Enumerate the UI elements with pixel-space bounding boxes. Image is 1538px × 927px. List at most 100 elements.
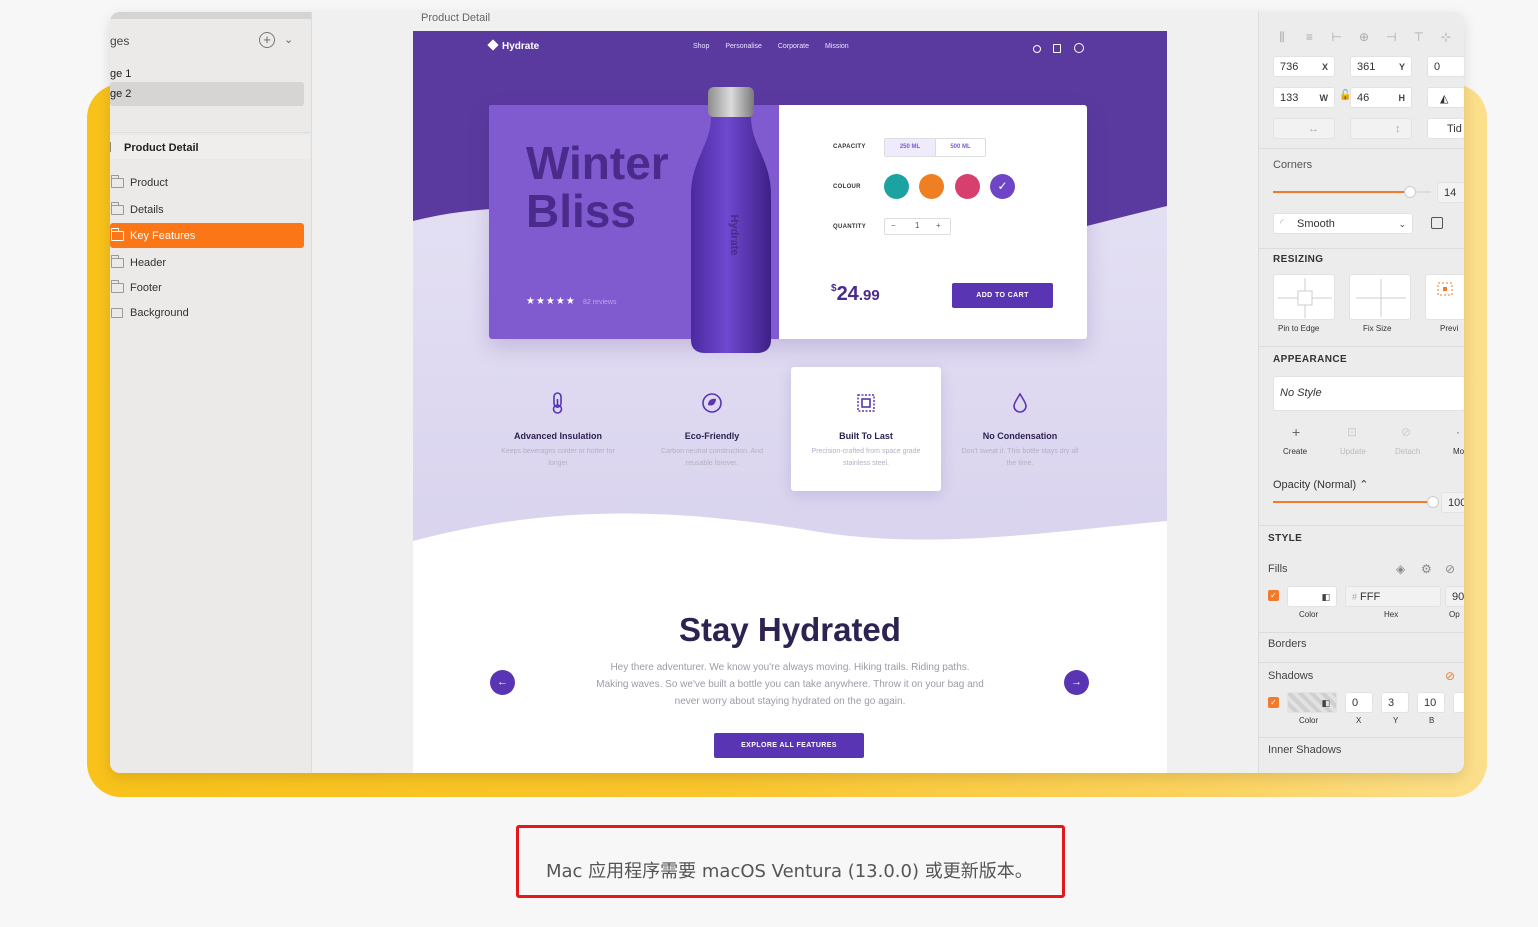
divider — [1259, 737, 1464, 738]
feature-description: Precision-crafted from space grade stain… — [811, 448, 921, 467]
style-select[interactable]: No Style — [1273, 376, 1464, 411]
spacing-v-field[interactable]: ↕ — [1350, 118, 1412, 139]
opacity-slider-knob[interactable] — [1427, 496, 1439, 508]
artboard-product-detail[interactable]: Product Detail — [110, 135, 310, 159]
capacity-option-250[interactable]: 250 ML — [885, 139, 935, 156]
colour-swatch-purple[interactable]: ✓ — [990, 174, 1015, 199]
capacity-option-500[interactable]: 500 ML — [935, 139, 985, 156]
bottle-cap — [708, 87, 754, 117]
colour-swatch-orange[interactable] — [919, 174, 944, 199]
nav-link-personalise[interactable]: Personalise — [725, 43, 762, 50]
align-left-icon[interactable]: ⊢ — [1328, 30, 1346, 44]
nav-link-corporate[interactable]: Corporate — [778, 43, 809, 50]
corner-style-select[interactable]: ◜ Smooth ⌄ — [1273, 213, 1413, 234]
gear-icon[interactable]: ⚙ — [1421, 562, 1432, 576]
fill-enabled-checkbox[interactable]: ✓ — [1268, 590, 1279, 601]
quantity-stepper[interactable]: − 1 + — [884, 218, 951, 235]
opacity-value-field[interactable]: 100 — [1441, 492, 1464, 513]
price-whole: 24 — [836, 283, 859, 305]
search-icon[interactable] — [1033, 45, 1041, 53]
shadow-color-well[interactable]: ◧ — [1287, 692, 1337, 713]
layer-footer[interactable]: Footer — [110, 275, 304, 300]
fill-opacity-field[interactable]: 90 — [1445, 586, 1464, 607]
align-center-icon[interactable]: ⊕ — [1355, 30, 1373, 44]
shadow-x-field[interactable]: 0 — [1345, 692, 1373, 713]
brand-logo[interactable]: Hydrate — [487, 39, 539, 52]
opacity-label[interactable]: Opacity (Normal) ⌃ — [1273, 478, 1368, 491]
add-to-cart-button[interactable]: ADD TO CART — [952, 283, 1053, 308]
prev-arrow-button[interactable]: ← — [490, 670, 515, 695]
more-button[interactable]: Mo — [1453, 447, 1464, 456]
pin-to-edge-tile[interactable] — [1273, 274, 1335, 320]
fill-color-well[interactable]: ◧ — [1287, 586, 1337, 607]
shadow-enabled-checkbox[interactable]: ✓ — [1268, 697, 1279, 708]
layer-background[interactable]: Background — [110, 300, 304, 325]
y-field[interactable]: 361 Y — [1350, 56, 1412, 77]
layers-icon[interactable]: ◈ — [1396, 562, 1405, 576]
spacing-v-icon: ↕ — [1395, 123, 1401, 135]
align-right-icon[interactable]: ⊣ — [1382, 30, 1400, 44]
nav-link-mission[interactable]: Mission — [825, 43, 849, 50]
more-icon[interactable]: · — [1456, 425, 1460, 439]
next-arrow-button[interactable]: → — [1064, 670, 1089, 695]
explore-all-features-button[interactable]: EXPLORE ALL FEATURES — [714, 733, 864, 758]
canvas[interactable]: Product Detail Hydrate Shop Personalise … — [312, 12, 1258, 773]
shadow-link-icon[interactable]: ⊘ — [1445, 669, 1455, 683]
x-value: 736 — [1280, 61, 1299, 73]
rotation-value: 0 — [1434, 61, 1441, 73]
distribute-horizontal-icon[interactable]: ⫼ — [1273, 30, 1291, 45]
minus-icon[interactable]: − — [891, 221, 896, 230]
distribute-vertical-icon[interactable]: ≡ — [1300, 30, 1318, 44]
opacity-slider[interactable] — [1273, 496, 1439, 508]
align-middle-icon[interactable]: ⊹ — [1437, 30, 1455, 44]
feature-built-to-last[interactable]: Built To Last Precision-crafted from spa… — [791, 367, 941, 491]
layer-header[interactable]: Header — [110, 250, 304, 275]
shadow-y-field[interactable]: 3 — [1381, 692, 1409, 713]
artboard-product-detail-frame[interactable]: Hydrate Shop Personalise Corporate Missi… — [413, 31, 1167, 773]
tidy-button[interactable]: Tid — [1427, 118, 1464, 139]
preview-tile[interactable] — [1425, 274, 1464, 320]
plus-icon[interactable]: + — [936, 221, 941, 230]
colour-label: COLOUR — [833, 184, 861, 190]
artboard-label: Product Detail — [124, 142, 199, 154]
flip-button[interactable]: ◭ — [1427, 87, 1464, 108]
align-top-icon[interactable]: ⊤ — [1410, 30, 1428, 44]
layer-product[interactable]: Product — [110, 170, 304, 195]
reviews-count[interactable]: 82 reviews — [583, 299, 616, 306]
corner-toggle-icon[interactable] — [1431, 217, 1443, 229]
product-card: Winter Bliss ★★★★★ 82 reviews Hydrate CA… — [489, 87, 1087, 353]
corners-slider[interactable] — [1273, 186, 1431, 198]
plus-icon[interactable]: + — [1292, 424, 1300, 440]
page-item-2[interactable]: ge 2 — [110, 82, 304, 106]
height-field[interactable]: 46 H — [1350, 87, 1412, 108]
shadow-blur-field[interactable]: 10 — [1417, 692, 1445, 713]
nav-link-shop[interactable]: Shop — [693, 43, 709, 50]
add-page-icon[interactable]: + — [259, 32, 275, 48]
width-field[interactable]: 133 W — [1273, 87, 1335, 108]
layer-label: Key Features — [130, 230, 196, 242]
colour-swatch-teal[interactable] — [884, 174, 909, 199]
layer-label: Header — [130, 257, 167, 269]
fix-size-tile[interactable] — [1349, 274, 1411, 320]
link-icon[interactable]: ⊘ — [1445, 562, 1455, 576]
chevron-down-icon[interactable]: ⌄ — [284, 33, 293, 46]
page-label: ge 2 — [110, 88, 132, 100]
corners-slider-knob[interactable] — [1404, 186, 1416, 198]
layer-details[interactable]: Details — [110, 197, 304, 222]
shadow-spread-field[interactable] — [1453, 692, 1464, 713]
spacing-h-field[interactable]: ↔ — [1273, 118, 1335, 139]
user-icon[interactable] — [1073, 43, 1084, 53]
feature-description: Don't sweat it. This bottle stays dry al… — [961, 448, 1079, 467]
layer-key-features[interactable]: Key Features — [110, 223, 304, 248]
fill-hex-field[interactable]: # FFF — [1345, 586, 1441, 607]
create-button[interactable]: Create — [1283, 447, 1307, 456]
colour-swatch-pink[interactable] — [955, 174, 980, 199]
rotation-field[interactable]: 0 — [1427, 56, 1464, 77]
shopping-bag-icon[interactable] — [1053, 44, 1062, 53]
opacity-label-text: Opacity (Normal) — [1273, 479, 1357, 491]
corners-slider-fill — [1273, 191, 1410, 193]
feature-description: Carbon neutral construction. And reusabl… — [661, 448, 763, 467]
x-field[interactable]: 736 X — [1273, 56, 1335, 77]
corners-value-field[interactable]: 14 — [1437, 182, 1464, 203]
bottle-brand-text: Hydrate — [728, 215, 740, 256]
